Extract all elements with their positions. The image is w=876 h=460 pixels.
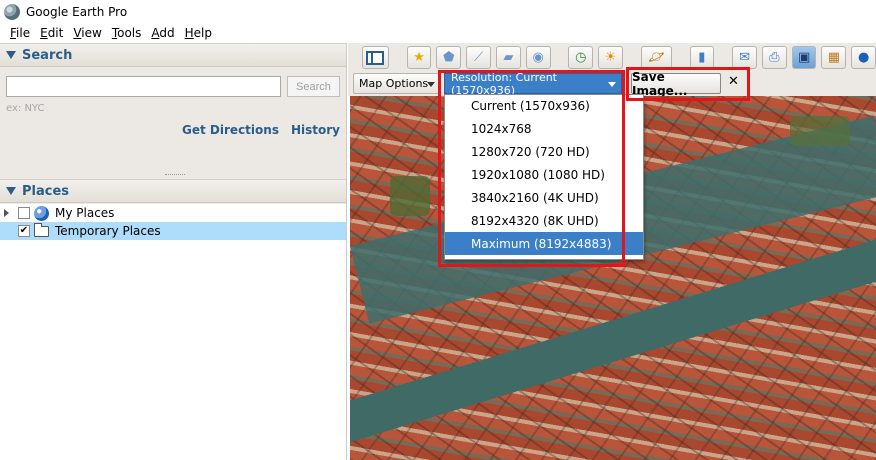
menu-edit[interactable]: Edit xyxy=(35,26,68,40)
tree-item-label: Temporary Places xyxy=(55,224,161,238)
panel-splitter-handle[interactable] xyxy=(165,174,185,176)
temporary-places-checkbox[interactable]: ✔ xyxy=(18,225,30,237)
folder-icon xyxy=(34,222,49,237)
map-options-label: Map Options xyxy=(359,77,429,90)
places-tree: My Places ✔ Temporary Places xyxy=(0,204,346,460)
save-image-icon[interactable]: ▣ xyxy=(791,46,817,69)
search-links: Get Directions History xyxy=(182,123,340,137)
earth-icon[interactable]: ● xyxy=(851,46,876,69)
title-bar: Google Earth Pro xyxy=(0,0,876,24)
menu-view[interactable]: View xyxy=(68,26,106,40)
collapse-triangle-icon xyxy=(6,187,16,195)
search-section-header[interactable]: Search xyxy=(0,43,346,67)
historical-imagery-icon[interactable]: ◷ xyxy=(568,46,594,69)
google-earth-logo-icon xyxy=(4,4,20,20)
search-input[interactable] xyxy=(6,76,281,97)
search-header-label: Search xyxy=(22,47,73,63)
tree-item-label: My Places xyxy=(55,206,115,220)
sidebar-icon[interactable] xyxy=(362,46,389,69)
placemark-icon[interactable]: ★ xyxy=(406,46,432,69)
polygon-icon[interactable]: ⬟ xyxy=(436,46,462,69)
tour-icon[interactable]: ◉ xyxy=(525,46,551,69)
collapse-triangle-icon xyxy=(6,51,16,59)
main-toolbar: ★ ⬟ ⟋ ▰ ◉ ◷ ☀ 🪐︎ ▮ ✉ ⎙ ▣ ▦ ● xyxy=(348,43,876,72)
my-places-checkbox[interactable] xyxy=(18,207,30,219)
menu-file[interactable]: File xyxy=(0,26,35,40)
window-title: Google Earth Pro xyxy=(26,5,128,19)
places-section-header[interactable]: Places xyxy=(0,179,346,203)
highlight-box-save xyxy=(626,67,750,101)
history-link[interactable]: History xyxy=(291,123,340,137)
menu-tools[interactable]: Tools xyxy=(107,26,147,40)
view-maps-icon[interactable]: ▦ xyxy=(821,46,847,69)
chevron-down-icon xyxy=(427,82,435,87)
overlay-icon[interactable]: ▰ xyxy=(495,46,521,69)
ruler-icon[interactable]: ▮ xyxy=(689,46,715,69)
expand-arrow-icon[interactable] xyxy=(4,209,9,217)
menu-help[interactable]: Help xyxy=(180,26,217,40)
search-row: Search xyxy=(6,76,340,97)
get-directions-link[interactable]: Get Directions xyxy=(182,123,279,137)
path-icon[interactable]: ⟋ xyxy=(466,46,491,69)
tree-item-my-places[interactable]: My Places xyxy=(0,204,346,222)
highlight-box-resolution xyxy=(438,70,625,267)
search-button[interactable]: Search xyxy=(286,76,340,97)
tree-item-temporary-places[interactable]: ✔ Temporary Places xyxy=(0,222,346,240)
menu-add[interactable]: Add xyxy=(146,26,179,40)
globe-icon xyxy=(34,205,49,221)
email-icon[interactable]: ✉ xyxy=(732,46,757,69)
left-panel: Search Search ex: NYC Get Directions His… xyxy=(0,43,347,460)
menu-bar: File Edit View Tools Add Help xyxy=(0,24,876,42)
sunlight-icon[interactable]: ☀ xyxy=(598,46,623,69)
planets-icon[interactable]: 🪐︎ xyxy=(640,46,672,69)
print-icon[interactable]: ⎙ xyxy=(761,46,787,69)
places-header-label: Places xyxy=(22,183,70,199)
search-hint: ex: NYC xyxy=(6,103,45,114)
map-options-dropdown[interactable]: Map Options xyxy=(353,73,441,94)
